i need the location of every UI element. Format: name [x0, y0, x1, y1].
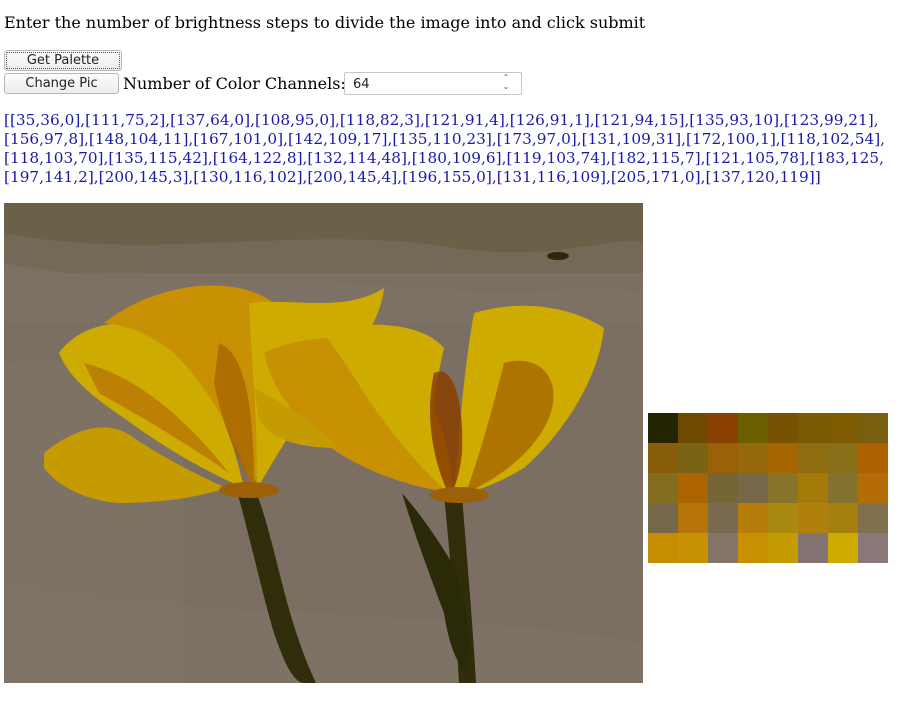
color-channels-input[interactable] [345, 74, 493, 95]
palette-swatch-grid [648, 413, 888, 653]
palette-line: [[35,36,0],[111,75,2],[137,64,0],[108,95… [4, 111, 879, 129]
change-pic-button[interactable]: Change Pic [4, 73, 119, 94]
palette-swatch [708, 413, 738, 443]
palette-swatch [678, 473, 708, 503]
palette-swatch [828, 473, 858, 503]
palette-swatch [798, 443, 828, 473]
spin-up-down-arrows-icon[interactable]: ⌃ ⌄ [501, 74, 511, 93]
palette-swatch [678, 533, 708, 563]
palette-swatch [648, 503, 678, 533]
palette-swatch [858, 473, 888, 503]
palette-swatch [858, 503, 888, 533]
palette-swatch [678, 413, 708, 443]
palette-swatch [798, 503, 828, 533]
palette-swatch [858, 413, 888, 443]
palette-swatch [678, 443, 708, 473]
palette-swatch [708, 443, 738, 473]
palette-line: [197,141,2],[200,145,3],[130,116,102],[2… [4, 168, 821, 186]
palette-swatch [738, 413, 768, 443]
palette-swatch [858, 533, 888, 563]
palette-swatch [708, 503, 738, 533]
palette-output: [[35,36,0],[111,75,2],[137,64,0],[108,95… [4, 111, 899, 187]
palette-swatch [768, 533, 798, 563]
palette-swatch [738, 503, 768, 533]
palette-swatch [798, 533, 828, 563]
spin-down-icon[interactable]: ⌄ [501, 83, 511, 92]
color-channels-stepper[interactable]: ⌃ ⌄ [344, 72, 522, 95]
palette-swatch [828, 533, 858, 563]
instructions-text: Enter the number of brightness steps to … [4, 13, 646, 32]
get-palette-button[interactable]: Get Palette [4, 50, 122, 71]
palette-swatch [768, 473, 798, 503]
palette-swatch [738, 473, 768, 503]
posterized-flower-image [4, 203, 643, 683]
palette-swatch [828, 413, 858, 443]
palette-swatch [768, 413, 798, 443]
palette-swatch [708, 533, 738, 563]
palette-swatch [858, 443, 888, 473]
palette-swatch [678, 503, 708, 533]
palette-line: [118,103,70],[135,115,42],[164,122,8],[1… [4, 149, 884, 167]
palette-swatch [828, 503, 858, 533]
palette-swatch [648, 533, 678, 563]
palette-swatch [738, 443, 768, 473]
palette-swatch [648, 413, 678, 443]
palette-swatch [798, 413, 828, 443]
palette-swatch [738, 533, 768, 563]
palette-line: [156,97,8],[148,104,11],[167,101,0],[142… [4, 130, 886, 148]
palette-swatch [648, 443, 678, 473]
palette-swatch [798, 473, 828, 503]
palette-swatch [708, 473, 738, 503]
palette-swatch [648, 473, 678, 503]
palette-swatch [828, 443, 858, 473]
palette-swatch [768, 503, 798, 533]
color-channels-label: Number of Color Channels: [123, 74, 346, 93]
palette-swatch [768, 443, 798, 473]
